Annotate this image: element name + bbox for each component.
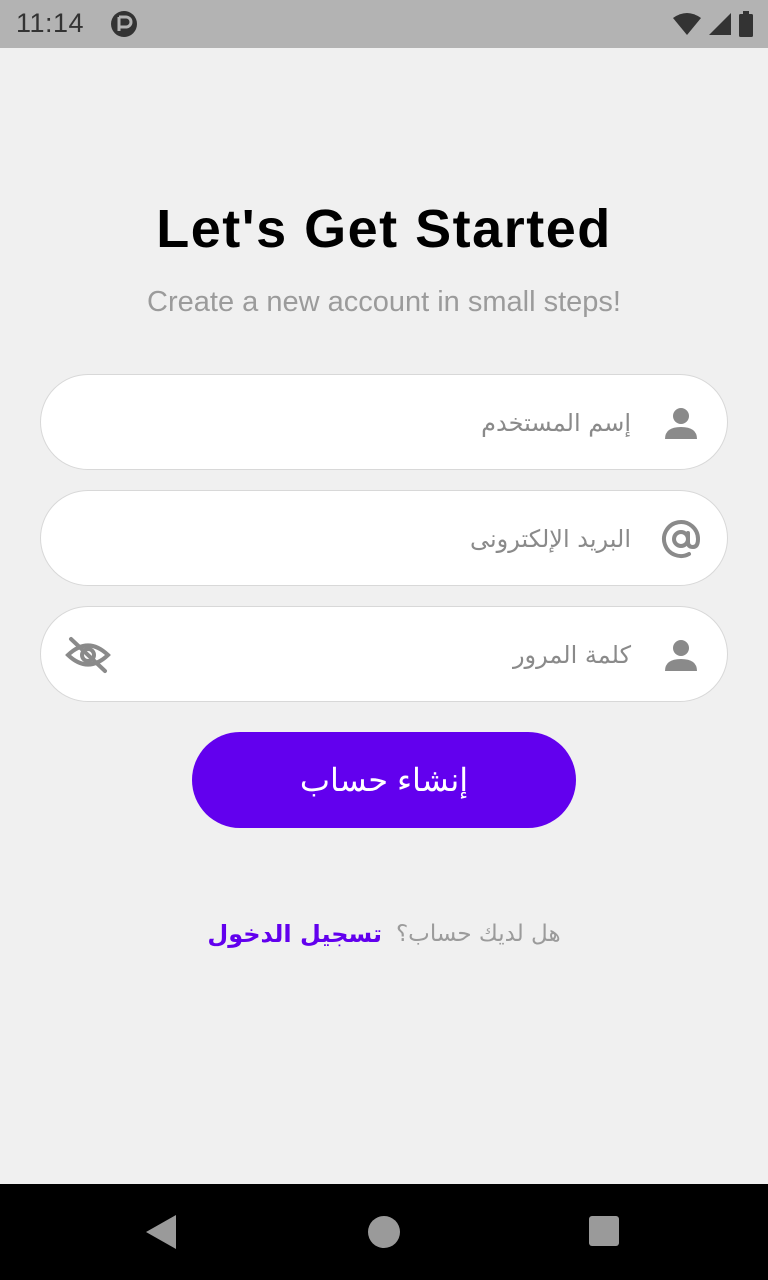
page-title: Let's Get Started: [156, 199, 612, 259]
person-icon: [665, 640, 697, 671]
login-link[interactable]: تسجيل الدخول: [207, 920, 382, 948]
email-placeholder: البريد الإلكترونى: [469, 525, 631, 553]
login-prompt: هل لديك حساب؟ تسجيل الدخول: [0, 914, 768, 954]
battery-icon: [739, 11, 753, 37]
wifi-icon: [673, 13, 701, 35]
eye-off-icon[interactable]: [65, 635, 111, 675]
person-icon: [665, 408, 697, 439]
recents-icon[interactable]: [589, 1216, 619, 1246]
password-placeholder: كلمة المرور: [512, 641, 631, 669]
app-icon: [111, 11, 137, 37]
create-account-button[interactable]: إنشاء حساب: [192, 732, 576, 828]
back-icon[interactable]: [144, 1214, 178, 1250]
at-icon: [662, 520, 701, 558]
email-field[interactable]: البريد الإلكترونى: [40, 490, 728, 586]
username-field[interactable]: إسم المستخدم: [40, 374, 728, 470]
home-icon[interactable]: [368, 1216, 400, 1248]
status-icons: [672, 11, 754, 37]
status-time: 11:14: [16, 8, 85, 38]
password-field[interactable]: كلمة المرور: [40, 606, 728, 702]
username-placeholder: إسم المستخدم: [481, 409, 631, 437]
status-bar: 11:14: [0, 0, 768, 48]
page-subtitle: Create a new account in small steps!: [147, 286, 621, 318]
signal-icon: [709, 13, 731, 35]
have-account-text: هل لديك حساب؟: [395, 921, 561, 947]
